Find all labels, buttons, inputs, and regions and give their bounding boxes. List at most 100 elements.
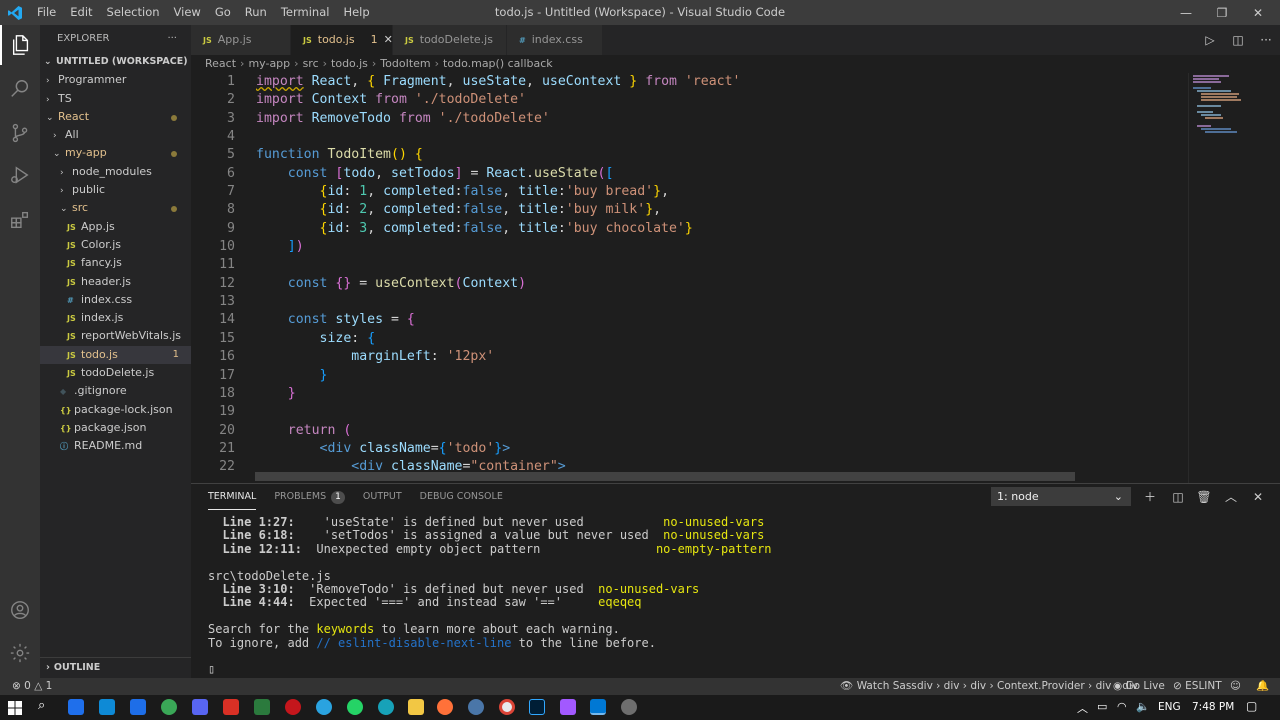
code-line[interactable]: 16 marginLeft: '12px' (191, 348, 1268, 366)
tree-item[interactable]: JS reportWebVitals.js (40, 327, 191, 345)
code-line[interactable]: 15 size: { (191, 330, 1268, 348)
tab-terminal[interactable]: TERMINAL (208, 484, 257, 510)
code-line[interactable]: 8 {id: 2, completed:false, title:'buy mi… (191, 201, 1268, 219)
action-center-icon[interactable]: ▢ (1246, 699, 1257, 713)
menu-run[interactable]: Run (238, 0, 274, 25)
extensions-icon[interactable] (0, 200, 40, 240)
taskbar-app-icon[interactable] (192, 699, 208, 715)
language-indicator[interactable]: ENG (1158, 701, 1181, 713)
breadcrumb-item[interactable]: React (205, 57, 236, 70)
menu-selection[interactable]: Selection (100, 0, 167, 25)
tree-item[interactable]: JS Color.js (40, 236, 191, 254)
outline-section[interactable]: › OUTLINE (40, 657, 191, 678)
maximize-button[interactable]: ❐ (1204, 0, 1240, 25)
code-line[interactable]: 14 const styles = { (191, 311, 1268, 329)
taskbar-app-icon[interactable] (316, 699, 332, 715)
taskbar-app-icon[interactable] (99, 699, 115, 715)
code-line[interactable]: 3 import RemoveTodo from './todoDelete' (191, 110, 1268, 128)
tray-chevron-up-icon[interactable]: ︿ (1077, 700, 1088, 716)
tree-item[interactable]: ⓘ README.md (40, 437, 191, 455)
tab-problems[interactable]: PROBLEMS 1 (274, 484, 345, 510)
taskbar-search-icon[interactable]: ⌕ (38, 698, 45, 713)
code-line[interactable]: 18 } (191, 385, 1268, 403)
source-control-icon[interactable] (0, 113, 40, 153)
taskbar-app-icon[interactable] (499, 699, 515, 715)
horizontal-scrollbar[interactable] (255, 472, 1075, 481)
breadcrumb-item[interactable]: todo.js (331, 57, 368, 70)
taskbar-app-icon[interactable] (408, 699, 424, 715)
search-icon[interactable] (0, 69, 40, 109)
taskbar-app-icon[interactable] (347, 699, 363, 715)
code-line[interactable]: 7 {id: 1, completed:false, title:'buy br… (191, 183, 1268, 201)
taskbar-app-icon[interactable] (223, 699, 239, 715)
volume-icon[interactable]: 🔈 (1136, 700, 1150, 713)
feedback-icon[interactable]: ☺ (1230, 678, 1241, 695)
tree-item[interactable]: ⌄ React (40, 108, 191, 126)
tree-item[interactable]: ⌄ src (40, 199, 191, 217)
taskbar-app-icon[interactable] (161, 699, 177, 715)
tree-item[interactable]: › TS (40, 90, 191, 108)
taskbar-app-icon[interactable] (68, 699, 84, 715)
code-line[interactable]: 17 } (191, 367, 1268, 385)
code-line[interactable]: 6 const [todo, setTodos] = React.useStat… (191, 165, 1268, 183)
code-line[interactable]: 12 const {} = useContext(Context) (191, 275, 1268, 293)
tree-item[interactable]: JS fancy.js (40, 254, 191, 272)
code-line[interactable]: 2 import Context from './todoDelete' (191, 91, 1268, 109)
tree-item[interactable]: # index.css (40, 291, 191, 309)
tree-item[interactable]: ⌄ my-app (40, 144, 191, 162)
breadcrumb-item[interactable]: src (303, 57, 319, 70)
problems-status[interactable]: ⊗ 0 △ 1 (12, 678, 52, 695)
tree-item[interactable]: › public (40, 181, 191, 199)
split-terminal-icon[interactable]: ◫ (1165, 487, 1191, 507)
tree-item[interactable]: › Programmer (40, 71, 191, 89)
settings-gear-icon[interactable] (0, 633, 40, 673)
tree-item[interactable]: {} package.json (40, 419, 191, 437)
taskbar-app-icon[interactable] (560, 699, 576, 715)
tab-output[interactable]: OUTPUT (363, 484, 402, 510)
breadcrumb-item[interactable]: todo.map() callback (443, 57, 553, 70)
tree-item[interactable]: JS header.js (40, 273, 191, 291)
notifications-bell-icon[interactable]: 🔔 (1256, 678, 1269, 695)
menu-edit[interactable]: Edit (63, 0, 99, 25)
taskbar-app-icon[interactable] (621, 699, 637, 715)
terminal-output[interactable]: Line 1:27: 'useState' is defined but nev… (208, 515, 772, 677)
explorer-more-button[interactable]: ··· (167, 25, 177, 53)
terminal-select[interactable]: 1: node ⌄ (991, 487, 1131, 506)
editor-tab[interactable]: JS App.js (191, 25, 291, 55)
code-line[interactable]: 1 import React, { Fragment, useState, use… (191, 73, 1268, 91)
tab-debug-console[interactable]: DEBUG CONSOLE (420, 484, 503, 510)
editor-tab[interactable]: JS todoDelete.js (393, 25, 507, 55)
split-editor-icon[interactable]: ◫ (1224, 33, 1252, 47)
minimap[interactable] (1188, 73, 1280, 483)
close-tab-icon[interactable]: ✕ (384, 33, 393, 46)
battery-icon[interactable]: ▭ (1097, 700, 1107, 713)
taskbar-app-icon[interactable] (285, 699, 301, 715)
breadcrumb-item[interactable]: TodoItem (380, 57, 430, 70)
tree-item[interactable]: ◆ .gitignore (40, 382, 191, 400)
taskbar-app-icon[interactable] (254, 699, 270, 715)
tree-item[interactable]: JS todoDelete.js (40, 364, 191, 382)
code-line[interactable]: 19 (191, 403, 1268, 421)
eslint-status[interactable]: ⊘ ESLINT (1173, 678, 1222, 695)
account-icon[interactable] (0, 590, 40, 630)
workspace-root[interactable]: ⌄ UNTITLED (WORKSPACE) (40, 53, 191, 71)
code-line[interactable]: 20 return ( (191, 422, 1268, 440)
watch-sass-button[interactable]: 👁 Watch Sass (840, 678, 917, 695)
minimize-button[interactable]: — (1168, 0, 1204, 25)
code-line[interactable]: 4 (191, 128, 1268, 146)
taskbar-app-icon[interactable] (437, 699, 453, 715)
code-line[interactable]: 21 <div className={'todo'}> (191, 440, 1268, 458)
menu-file[interactable]: File (30, 0, 63, 25)
more-actions-icon[interactable]: ··· (1252, 33, 1280, 47)
code-line[interactable]: 13 (191, 293, 1268, 311)
tree-item[interactable]: {} package-lock.json (40, 401, 191, 419)
wifi-icon[interactable]: ◠ (1117, 700, 1127, 713)
breadcrumb-item[interactable]: my-app (248, 57, 290, 70)
tree-item[interactable]: › node_modules (40, 163, 191, 181)
menu-go[interactable]: Go (208, 0, 238, 25)
taskbar-app-icon[interactable] (468, 699, 484, 715)
windows-start-icon[interactable] (8, 701, 22, 715)
close-window-button[interactable]: ✕ (1240, 0, 1276, 25)
explorer-icon[interactable] (0, 25, 40, 65)
taskbar-app-icon[interactable] (529, 699, 545, 715)
